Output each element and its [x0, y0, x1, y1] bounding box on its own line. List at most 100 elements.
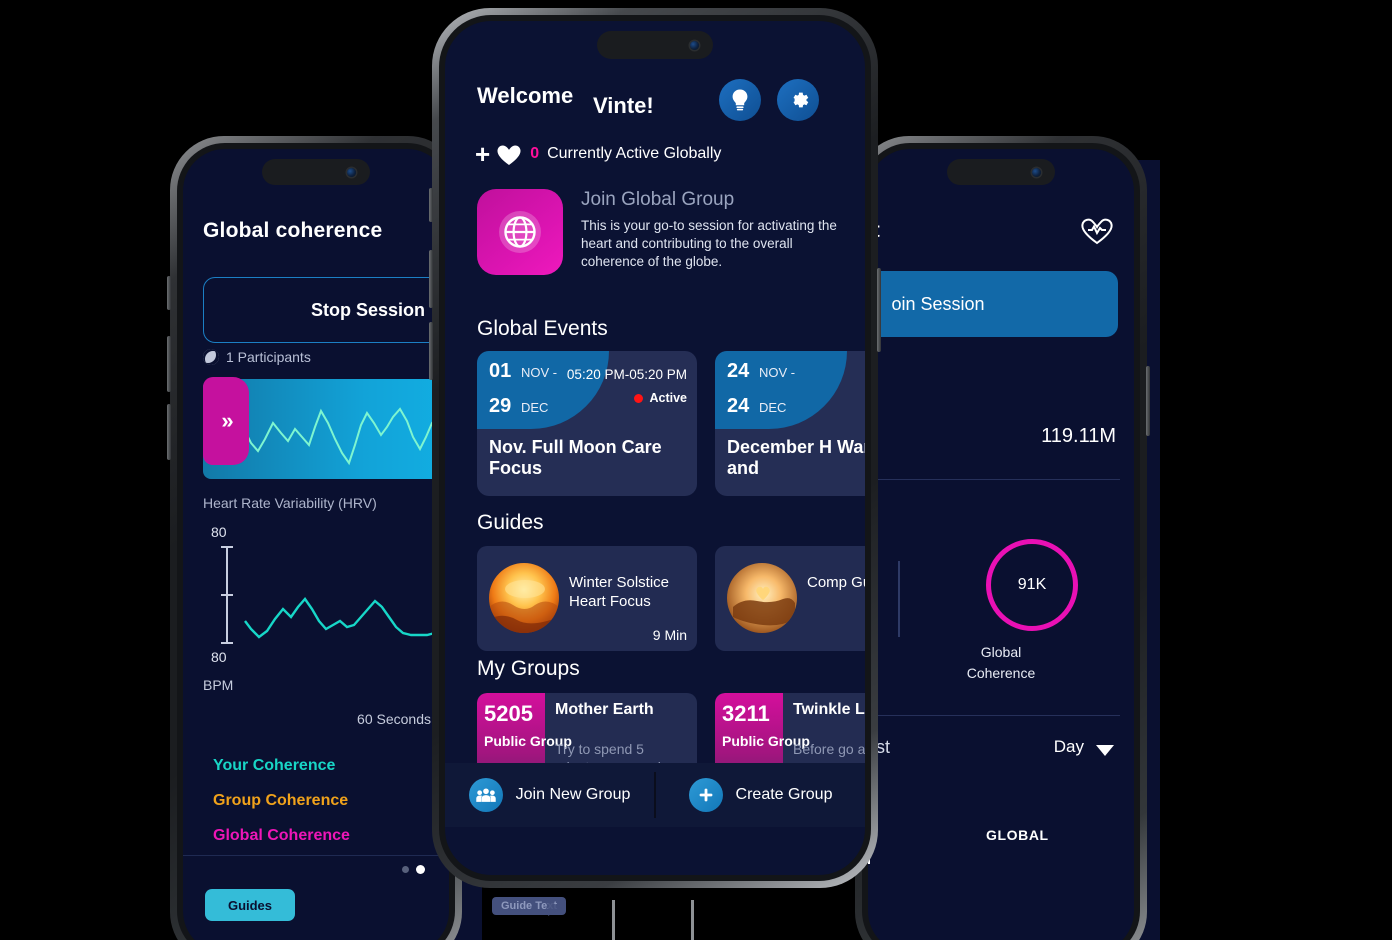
user-name: Vinte! — [593, 93, 654, 118]
gauge-label-line1: Global — [980, 644, 1022, 660]
home-view: Welcome Vinte! + 0 Currently Active Glob… — [445, 21, 865, 875]
gauge-label-line2: Coherence — [966, 665, 1036, 681]
join-new-group-label: Join New Group — [515, 786, 631, 803]
guide-duration: 9 Min — [652, 627, 687, 643]
bottom-action-bar: Join New Group Create Group — [445, 763, 865, 827]
hrv-axis-min: 80 — [211, 649, 227, 665]
phone-center: Welcome Vinte! + 0 Currently Active Glob… — [429, 8, 881, 888]
event-status-label: Active — [649, 391, 687, 405]
section-title-groups: My Groups — [477, 657, 580, 680]
period-select-value[interactable]: Day — [1054, 737, 1084, 757]
guides-list[interactable]: Winter Solstice Heart Focus 9 Min Comp G — [477, 546, 865, 651]
coherence-legend: Your Coherence Group Coherence Global Co… — [213, 757, 350, 862]
event-start-day: 01 — [489, 360, 512, 382]
phone-center-power-button[interactable] — [877, 268, 881, 352]
hrv-axis-ruler — [221, 546, 233, 644]
heart-dashboard-view: g the Heart oin Session ta nc — [868, 149, 1134, 940]
guide-card[interactable]: Comp Guide — [715, 546, 865, 651]
legend-global-coherence: Global Coherence — [213, 827, 350, 844]
active-globally-row: + 0 Currently Active Globally — [475, 141, 721, 167]
phone-center-frame: Welcome Vinte! + 0 Currently Active Glob… — [429, 8, 881, 888]
global-axis-label: GLOBAL — [986, 827, 1049, 843]
stop-session-label: Stop Session — [310, 299, 426, 320]
expand-drawer-button[interactable]: » — [203, 377, 249, 465]
join-session-button[interactable]: oin Session — [868, 271, 1118, 337]
phone-center-volume-up-button[interactable] — [429, 250, 433, 308]
heart-pulse-icon[interactable] — [1080, 217, 1114, 250]
heart-icon — [497, 144, 521, 165]
gauge-value: 91K — [1017, 576, 1047, 593]
device-bottom-strip — [612, 900, 694, 940]
metric-value: 119.11M — [1041, 425, 1116, 447]
page-dot-2[interactable] — [416, 865, 425, 874]
hrv-axis-max: 80 — [211, 524, 227, 540]
chevron-down-icon[interactable] — [1096, 745, 1114, 756]
group-name: Twinkle Little St — [793, 701, 865, 718]
hrv-chart — [244, 597, 449, 639]
create-group-button[interactable]: Create Group — [656, 778, 865, 812]
event-card[interactable]: 24 NOV - 24 DEC 03:01 December H Warmth … — [715, 351, 865, 496]
phone-left-notch — [262, 159, 370, 185]
event-end-day: 24 — [727, 395, 750, 417]
event-status-badge: Active — [634, 391, 687, 405]
join-global-group-description: This is your go-to session for activatin… — [581, 218, 837, 269]
global-events-list[interactable]: 01 NOV - 29 DEC 05:20 PM-05:20 PM Active… — [477, 351, 865, 496]
page-indicator[interactable] — [402, 865, 425, 874]
welcome-text: Welcome — [477, 83, 574, 108]
lightbulb-icon[interactable] — [719, 79, 761, 121]
stop-session-button[interactable]: Stop Session — [203, 277, 449, 343]
phone-left-volume-down-button[interactable] — [167, 404, 171, 460]
event-card[interactable]: 01 NOV - 29 DEC 05:20 PM-05:20 PM Active… — [477, 351, 697, 496]
screenshot-root: Global coherence Stop Session 1 Particip… — [0, 0, 1392, 940]
event-end-month: DEC — [759, 400, 787, 415]
join-global-group-card[interactable]: Join Global Group This is your go-to ses… — [477, 189, 859, 275]
phone-left-frame: Global coherence Stop Session 1 Particip… — [167, 136, 462, 940]
globe-icon — [477, 189, 563, 275]
status-dot-icon — [634, 393, 644, 403]
phone-left-bezel: Global coherence Stop Session 1 Particip… — [177, 143, 455, 940]
camera-icon — [690, 40, 699, 50]
globe-icon — [203, 349, 219, 365]
group-count: 3211 — [722, 701, 770, 726]
global-coherence-gauge: 91K — [986, 539, 1078, 631]
phone-right-bezel: g the Heart oin Session ta nc — [862, 143, 1140, 940]
event-title: Nov. Full Moon Care Focus — [489, 437, 662, 479]
page-dot-1[interactable] — [402, 866, 409, 873]
event-time: 05:20 PM-05:20 PM — [566, 367, 687, 382]
phone-center-volume-down-button[interactable] — [429, 322, 433, 380]
join-global-group-title: Join Global Group — [581, 189, 735, 210]
gauge-axis-tick — [898, 561, 900, 637]
phone-center-mute-button[interactable] — [429, 188, 433, 222]
phone-center-screen: Welcome Vinte! + 0 Currently Active Glob… — [445, 21, 865, 875]
legend-your-coherence: Your Coherence — [213, 757, 336, 774]
phone-right-screen: g the Heart oin Session ta nc — [868, 149, 1134, 940]
active-count: 0 — [530, 145, 540, 162]
event-start-month: NOV - — [759, 365, 796, 380]
plus-icon — [688, 778, 723, 812]
group-description: Before go add hear — [793, 741, 865, 757]
join-new-group-button[interactable]: Join New Group — [445, 778, 654, 812]
page-title: Global coherence — [203, 219, 383, 242]
phone-center-notch — [597, 31, 713, 59]
metric-row: nce 119.11M — [868, 425, 1116, 448]
phone-left-mute-button[interactable] — [167, 276, 171, 310]
phone-left-volume-up-button[interactable] — [167, 336, 171, 392]
phone-center-bezel: Welcome Vinte! + 0 Currently Active Glob… — [439, 15, 871, 881]
guide-text-tooltip-caret — [548, 900, 562, 916]
guides-button-label: Guides — [227, 897, 273, 913]
phone-left-screen: Global coherence Stop Session 1 Particip… — [183, 149, 449, 940]
guides-button[interactable]: Guides — [205, 889, 295, 921]
gear-icon[interactable] — [777, 79, 819, 121]
participants-count: 1 Participants — [226, 349, 311, 365]
active-label: Currently Active Globally — [547, 145, 722, 162]
divider — [868, 479, 1120, 480]
camera-icon — [347, 167, 356, 177]
event-end-day: 29 — [489, 395, 512, 417]
section-title-events: Global Events — [477, 317, 608, 340]
group-count: 5205 — [484, 701, 533, 726]
hrv-label: Heart Rate Variability (HRV) — [203, 495, 377, 511]
phone-right-power-button[interactable] — [1146, 366, 1150, 436]
phone-right-frame: g the Heart oin Session ta nc — [855, 136, 1150, 940]
guide-card[interactable]: Winter Solstice Heart Focus 9 Min — [477, 546, 697, 651]
legend-group-coherence: Group Coherence — [213, 792, 349, 809]
